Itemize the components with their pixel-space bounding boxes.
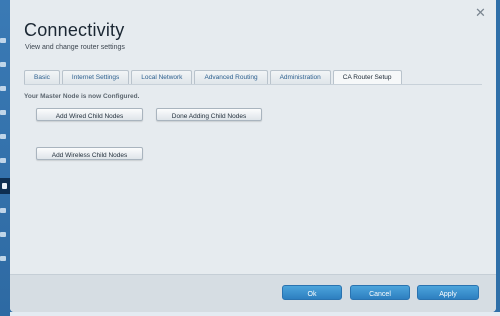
tab-panel: Your Master Node is now Configured. Add …: [24, 84, 482, 265]
connectivity-dialog: ✕ Connectivity View and change router se…: [10, 0, 496, 312]
tab-bar: Basic Internet Settings Local Network Ad…: [24, 70, 404, 85]
page-subtitle: View and change router settings: [25, 44, 125, 51]
sidebar-icon[interactable]: [0, 86, 6, 91]
connectivity-icon: [2, 183, 7, 189]
tab-advanced-routing[interactable]: Advanced Routing: [194, 70, 268, 84]
sidebar-item-connectivity[interactable]: [0, 178, 10, 194]
tab-internet-settings[interactable]: Internet Settings: [61, 70, 130, 84]
apply-button[interactable]: Apply: [417, 285, 479, 300]
sidebar-icon[interactable]: [0, 232, 6, 237]
add-wireless-child-nodes-button[interactable]: Add Wireless Child Nodes: [36, 147, 143, 160]
done-adding-child-nodes-button[interactable]: Done Adding Child Nodes: [156, 108, 262, 121]
ok-button[interactable]: Ok: [282, 285, 342, 300]
tab-ca-router-setup[interactable]: CA Router Setup: [332, 70, 402, 85]
sidebar-icon[interactable]: [0, 38, 6, 43]
sidebar-icon[interactable]: [0, 158, 6, 163]
tab-administration[interactable]: Administration: [269, 70, 331, 84]
add-wired-child-nodes-button[interactable]: Add Wired Child Nodes: [36, 108, 143, 121]
sidebar-icon[interactable]: [0, 62, 6, 67]
page-title: Connectivity: [24, 20, 125, 40]
sidebar-icon[interactable]: [0, 110, 6, 115]
sidebar-icon[interactable]: [0, 134, 6, 139]
dialog-footer: Ok Cancel Apply: [10, 274, 496, 312]
close-icon[interactable]: ✕: [475, 6, 486, 19]
sidebar-icon[interactable]: [0, 256, 6, 261]
sidebar-icon[interactable]: [0, 208, 6, 213]
cancel-button[interactable]: Cancel: [350, 285, 410, 300]
bottom-edge: [10, 312, 500, 316]
status-message: Your Master Node is now Configured.: [24, 93, 140, 100]
tab-local-network[interactable]: Local Network: [131, 70, 193, 84]
left-sidebar: [0, 0, 10, 316]
tab-basic[interactable]: Basic: [24, 70, 60, 84]
